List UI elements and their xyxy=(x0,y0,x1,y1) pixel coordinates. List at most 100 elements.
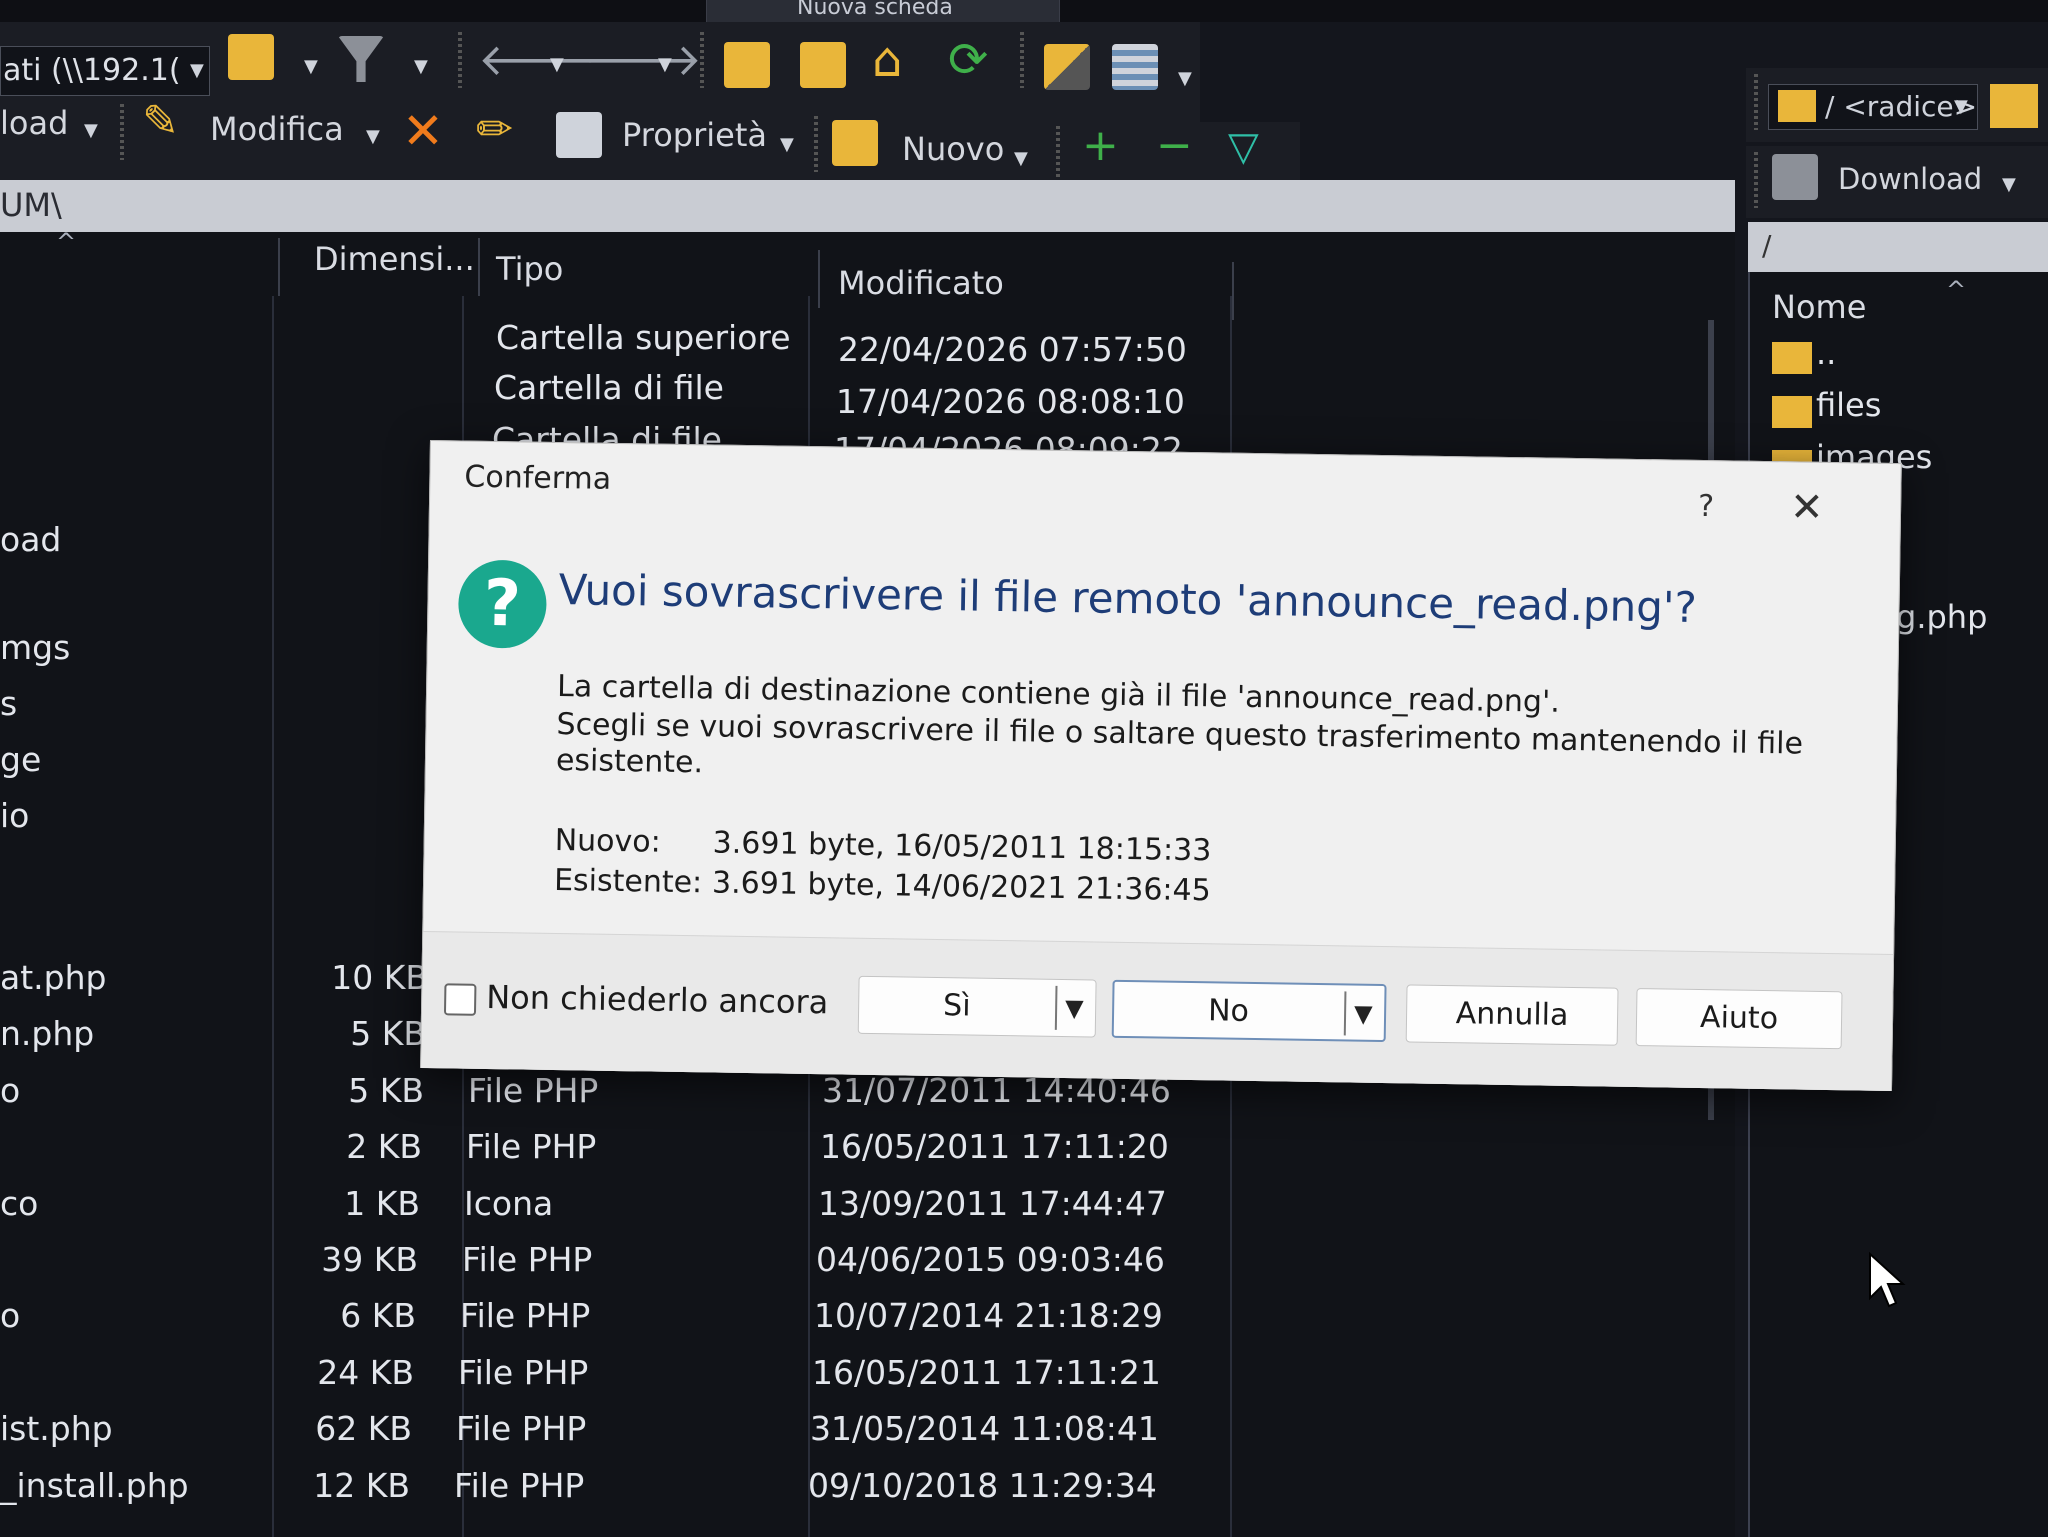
remote-download-button[interactable]: Download xyxy=(1838,162,1982,196)
back-icon[interactable]: 🡐 xyxy=(478,32,596,86)
chevron-down-icon[interactable]: ▼ xyxy=(366,126,380,147)
row-type: Cartella superiore xyxy=(496,318,791,357)
close-icon[interactable]: ✕ xyxy=(1790,484,1824,531)
row-size: 2 KB xyxy=(346,1127,422,1166)
edit-icon: ✎ xyxy=(142,96,179,147)
filter-select-icon[interactable]: ▽ xyxy=(1228,124,1259,170)
yes-button[interactable]: Sì ▼ xyxy=(857,975,1097,1038)
tree-view-icon[interactable] xyxy=(1044,44,1090,90)
mouse-cursor-icon xyxy=(1869,1252,1906,1308)
list-item[interactable]: s xyxy=(0,684,17,723)
parent-folder-icon xyxy=(1772,342,1812,374)
delete-icon[interactable]: ✕ xyxy=(402,102,444,160)
chevron-down-icon[interactable]: ▼ xyxy=(1065,980,1084,1036)
rename-icon[interactable]: ✏ xyxy=(476,104,513,155)
filter-icon[interactable] xyxy=(338,36,384,82)
tab-new[interactable]: Nuova scheda xyxy=(706,0,1060,24)
row-modified: 17/04/2026 08:08:10 xyxy=(836,382,1185,421)
dialog-title: Conferma xyxy=(464,459,612,497)
toolbar-separator xyxy=(1020,32,1024,88)
chevron-down-icon[interactable]: ▼ xyxy=(2002,174,2016,195)
new-folder-icon xyxy=(832,120,878,166)
chevron-down-icon[interactable]: ▼ xyxy=(1178,68,1192,89)
row-name: o xyxy=(0,1296,21,1335)
chevron-down-icon[interactable]: ▼ xyxy=(1354,986,1373,1042)
cancel-button[interactable]: Annulla xyxy=(1405,984,1619,1046)
chevron-down-icon[interactable]: ▼ xyxy=(304,56,318,77)
row-type: File PHP xyxy=(454,1466,585,1505)
properties-icon xyxy=(556,112,602,158)
toolbar-separator xyxy=(120,104,124,160)
column-modified[interactable]: Modificato xyxy=(838,264,1004,302)
no-button-label: No xyxy=(1207,993,1250,1029)
row-size: 10 KB xyxy=(331,958,428,997)
list-item[interactable]: io xyxy=(0,796,29,835)
new-file-info: 3.691 byte, 16/05/2011 18:15:33 xyxy=(712,825,1212,869)
open-folder-icon[interactable] xyxy=(1990,84,2038,128)
chevron-down-icon[interactable]: ▼ xyxy=(190,60,204,81)
chevron-down-icon[interactable]: ▼ xyxy=(84,120,98,141)
row-type: File PHP xyxy=(462,1240,593,1279)
row-modified: 10/07/2014 21:18:29 xyxy=(814,1296,1163,1335)
toolbar-separator xyxy=(700,32,704,88)
sort-asc-icon: ^ xyxy=(56,228,77,256)
dialog-message-line3: esistente. xyxy=(555,743,704,781)
remote-actions: Download ▼ xyxy=(1746,146,2048,218)
open-folder-icon[interactable] xyxy=(228,34,274,80)
list-item[interactable]: files xyxy=(1816,386,1881,424)
download-icon xyxy=(1772,154,1818,200)
row-size: 5 KB xyxy=(350,1014,426,1053)
local-path-bar[interactable]: UM\ xyxy=(0,180,1735,232)
local-path-combo[interactable]: ati (\\192.1( xyxy=(0,46,210,96)
row-type: File PHP xyxy=(458,1353,589,1392)
grid-line xyxy=(272,296,274,1537)
dont-ask-again-checkbox[interactable] xyxy=(443,983,477,1016)
column-name[interactable]: Nome xyxy=(1772,288,1866,326)
row-modified: 31/05/2014 11:08:41 xyxy=(810,1409,1159,1448)
list-item[interactable]: oad xyxy=(0,520,61,559)
root-folder-icon[interactable] xyxy=(800,42,846,88)
row-modified: 09/10/2018 11:29:34 xyxy=(808,1466,1157,1505)
help-icon[interactable]: ? xyxy=(1698,489,1714,524)
column-separator xyxy=(1232,262,1234,320)
row-type: File PHP xyxy=(460,1296,591,1335)
toolbar-separator xyxy=(814,116,818,172)
help-button[interactable]: Aiuto xyxy=(1635,988,1843,1050)
column-separator xyxy=(478,238,480,296)
home-icon[interactable]: ⌂ xyxy=(872,32,902,88)
properties-button[interactable]: Proprietà xyxy=(622,116,767,154)
select-all-icon[interactable]: + xyxy=(1082,120,1119,171)
download-button[interactable]: load xyxy=(0,104,68,142)
list-item[interactable]: g.php xyxy=(1896,598,1987,636)
no-button[interactable]: No ▼ xyxy=(1111,979,1387,1043)
row-name: at.php xyxy=(0,958,107,997)
row-type: Icona xyxy=(464,1184,554,1223)
deselect-icon[interactable]: − xyxy=(1156,120,1193,171)
chevron-down-icon[interactable]: ▼ xyxy=(658,54,672,75)
refresh-icon[interactable]: ⟳ xyxy=(948,32,988,88)
forward-icon[interactable]: 🡒 xyxy=(584,32,702,86)
question-icon: ? xyxy=(457,559,548,649)
list-view-icon[interactable] xyxy=(1112,44,1158,90)
new-button[interactable]: Nuovo xyxy=(902,130,1004,168)
remote-path-bar[interactable]: / xyxy=(1748,222,2048,272)
parent-folder-icon[interactable] xyxy=(724,42,770,88)
edit-button[interactable]: Modifica xyxy=(210,110,344,148)
sort-asc-icon: ^ xyxy=(1946,276,1967,304)
list-item[interactable]: .. xyxy=(1816,334,1836,372)
column-size[interactable]: Dimensi... xyxy=(314,240,475,278)
column-type[interactable]: Tipo xyxy=(496,250,563,288)
row-modified: 04/06/2015 09:03:46 xyxy=(816,1240,1165,1279)
toolbar-separator xyxy=(1056,126,1060,182)
folder-icon xyxy=(1778,90,1816,122)
chevron-down-icon[interactable]: ▼ xyxy=(414,56,428,77)
row-modified: 16/05/2011 17:11:20 xyxy=(820,1127,1169,1166)
chevron-down-icon[interactable]: ▼ xyxy=(1954,96,1968,117)
row-modified: 22/04/2026 07:57:50 xyxy=(838,330,1187,369)
chevron-down-icon[interactable]: ▼ xyxy=(780,134,794,155)
chevron-down-icon[interactable]: ▼ xyxy=(1014,148,1028,169)
list-item[interactable]: ge xyxy=(0,740,41,779)
chevron-down-icon[interactable]: ▼ xyxy=(550,54,564,75)
row-type: File PHP xyxy=(456,1409,587,1448)
list-item[interactable]: mgs xyxy=(0,628,70,667)
